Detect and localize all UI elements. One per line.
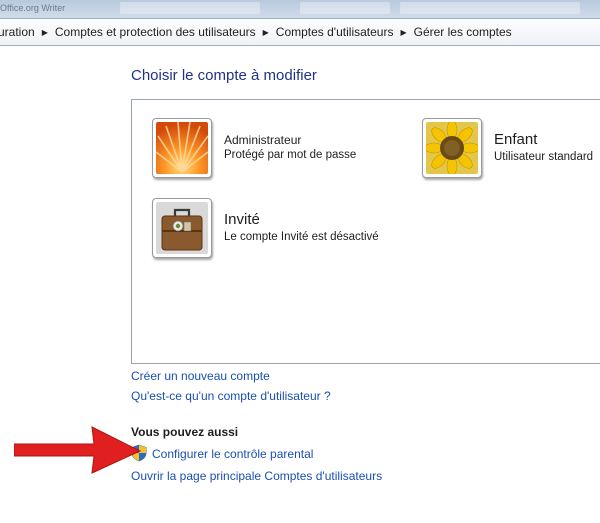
account-name: Invité: [224, 211, 260, 229]
breadcrumb-separator-icon[interactable]: ▶: [261, 28, 271, 37]
account-name: Enfant: [494, 131, 538, 149]
account-tile-enfant[interactable]: Enfant Utilisateur standard: [422, 118, 593, 178]
taskbar-ghost: [300, 2, 390, 14]
breadcrumb-item-control-panel[interactable]: uration: [0, 25, 40, 39]
orange-flower-icon: [156, 122, 208, 174]
user-accounts-main-page-link[interactable]: Ouvrir la page principale Comptes d'util…: [131, 469, 382, 483]
taskbar-ghost: [120, 2, 260, 14]
account-status: Utilisateur standard: [494, 151, 594, 164]
account-name: Administrateur: [224, 133, 302, 148]
breadcrumb-separator-icon[interactable]: ▶: [398, 28, 408, 37]
window-title-fragment: Office.org Writer: [0, 3, 66, 13]
account-tile-administrateur[interactable]: Administrateur Protégé par mot de passe: [152, 118, 356, 178]
sunflower-icon: [426, 122, 478, 174]
breadcrumb: uration ▶ Comptes et protection des util…: [0, 18, 600, 46]
account-picture: [152, 198, 212, 258]
breadcrumb-item-accounts-protection[interactable]: Comptes et protection des utilisateurs: [50, 25, 261, 39]
account-tile-invite[interactable]: Invité Le compte Invité est désactivé: [152, 198, 379, 258]
account-status: Le compte Invité est désactivé: [224, 231, 379, 244]
page-title: Choisir le compte à modifier: [131, 67, 317, 84]
red-arrow-icon: [14, 426, 142, 474]
also-section-title: Vous pouvez aussi: [131, 425, 239, 439]
what-is-account-link[interactable]: Qu'est-ce qu'un compte d'utilisateur ?: [131, 389, 331, 403]
taskbar-ghost: [400, 2, 580, 14]
account-status: Protégé par mot de passe: [224, 149, 357, 162]
create-account-link[interactable]: Créer un nouveau compte: [131, 369, 270, 383]
account-picture: [152, 118, 212, 178]
breadcrumb-separator-icon[interactable]: ▶: [40, 28, 50, 37]
account-picture: [422, 118, 482, 178]
window-title-strip: Office.org Writer: [0, 0, 600, 18]
accounts-panel: Administrateur Protégé par mot de passe: [131, 99, 600, 364]
breadcrumb-item-manage-accounts[interactable]: Gérer les comptes: [409, 25, 517, 39]
suitcase-icon: [156, 202, 208, 254]
parental-controls-link[interactable]: Configurer le contrôle parental: [152, 447, 313, 461]
breadcrumb-item-user-accounts[interactable]: Comptes d'utilisateurs: [271, 25, 399, 39]
